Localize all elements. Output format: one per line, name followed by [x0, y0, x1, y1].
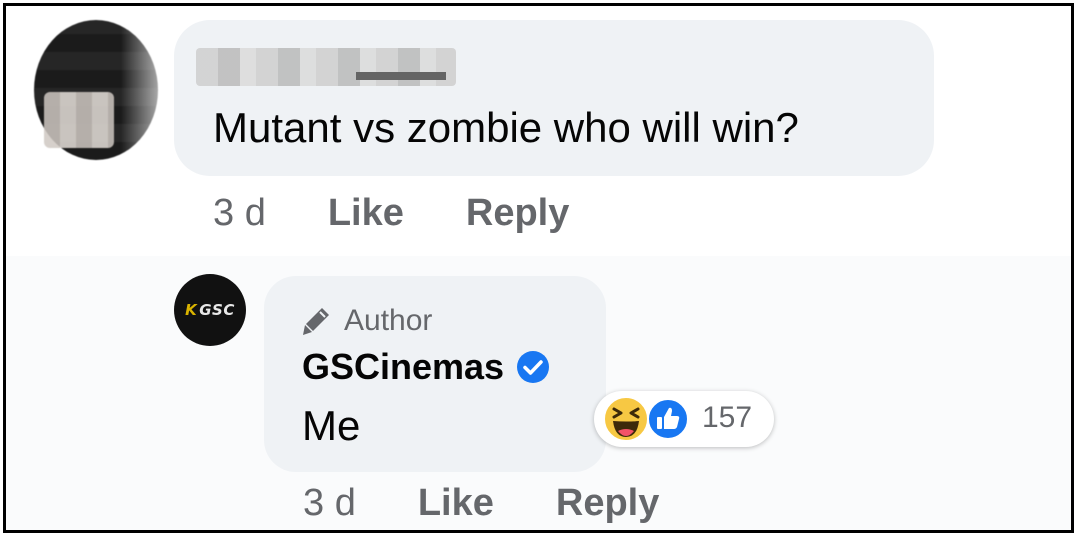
reply-text: Me — [302, 402, 361, 449]
gsc-logo: K GSC — [185, 301, 235, 319]
reply-author-row: GSCinemas — [302, 346, 550, 388]
commenter-avatar-redacted[interactable] — [34, 20, 158, 160]
reply-timestamp[interactable]: 3 d — [303, 482, 356, 525]
reaction-count: 157 — [702, 401, 753, 434]
reply-author-name[interactable]: GSCinemas — [302, 346, 504, 388]
gscinemas-avatar[interactable]: K GSC — [174, 274, 246, 346]
comment-timestamp[interactable]: 3 d — [213, 192, 266, 235]
comment-reply-button[interactable]: Reply — [466, 192, 569, 235]
pencil-icon — [303, 308, 329, 335]
like-reaction-icon — [647, 398, 689, 440]
reply-like-button[interactable]: Like — [418, 482, 494, 525]
author-badge: Author — [300, 304, 432, 338]
comment-text: Mutant vs zombie who will win? — [213, 104, 799, 151]
comment-thread: Mutant vs zombie who will win? 3 d Like … — [3, 3, 1074, 533]
comment-actions: 3 d Like Reply — [213, 192, 631, 235]
reply-reply-button[interactable]: Reply — [556, 482, 659, 525]
commenter-name-redacted[interactable] — [196, 48, 456, 86]
comment-like-button[interactable]: Like — [328, 192, 404, 235]
verified-badge-icon — [517, 351, 550, 383]
reply-actions: 3 d Like Reply — [303, 482, 721, 525]
reaction-summary[interactable]: 157 — [594, 391, 774, 447]
comment-bubble — [174, 20, 934, 176]
author-badge-label: Author — [344, 304, 433, 337]
haha-reaction-icon — [603, 396, 649, 442]
